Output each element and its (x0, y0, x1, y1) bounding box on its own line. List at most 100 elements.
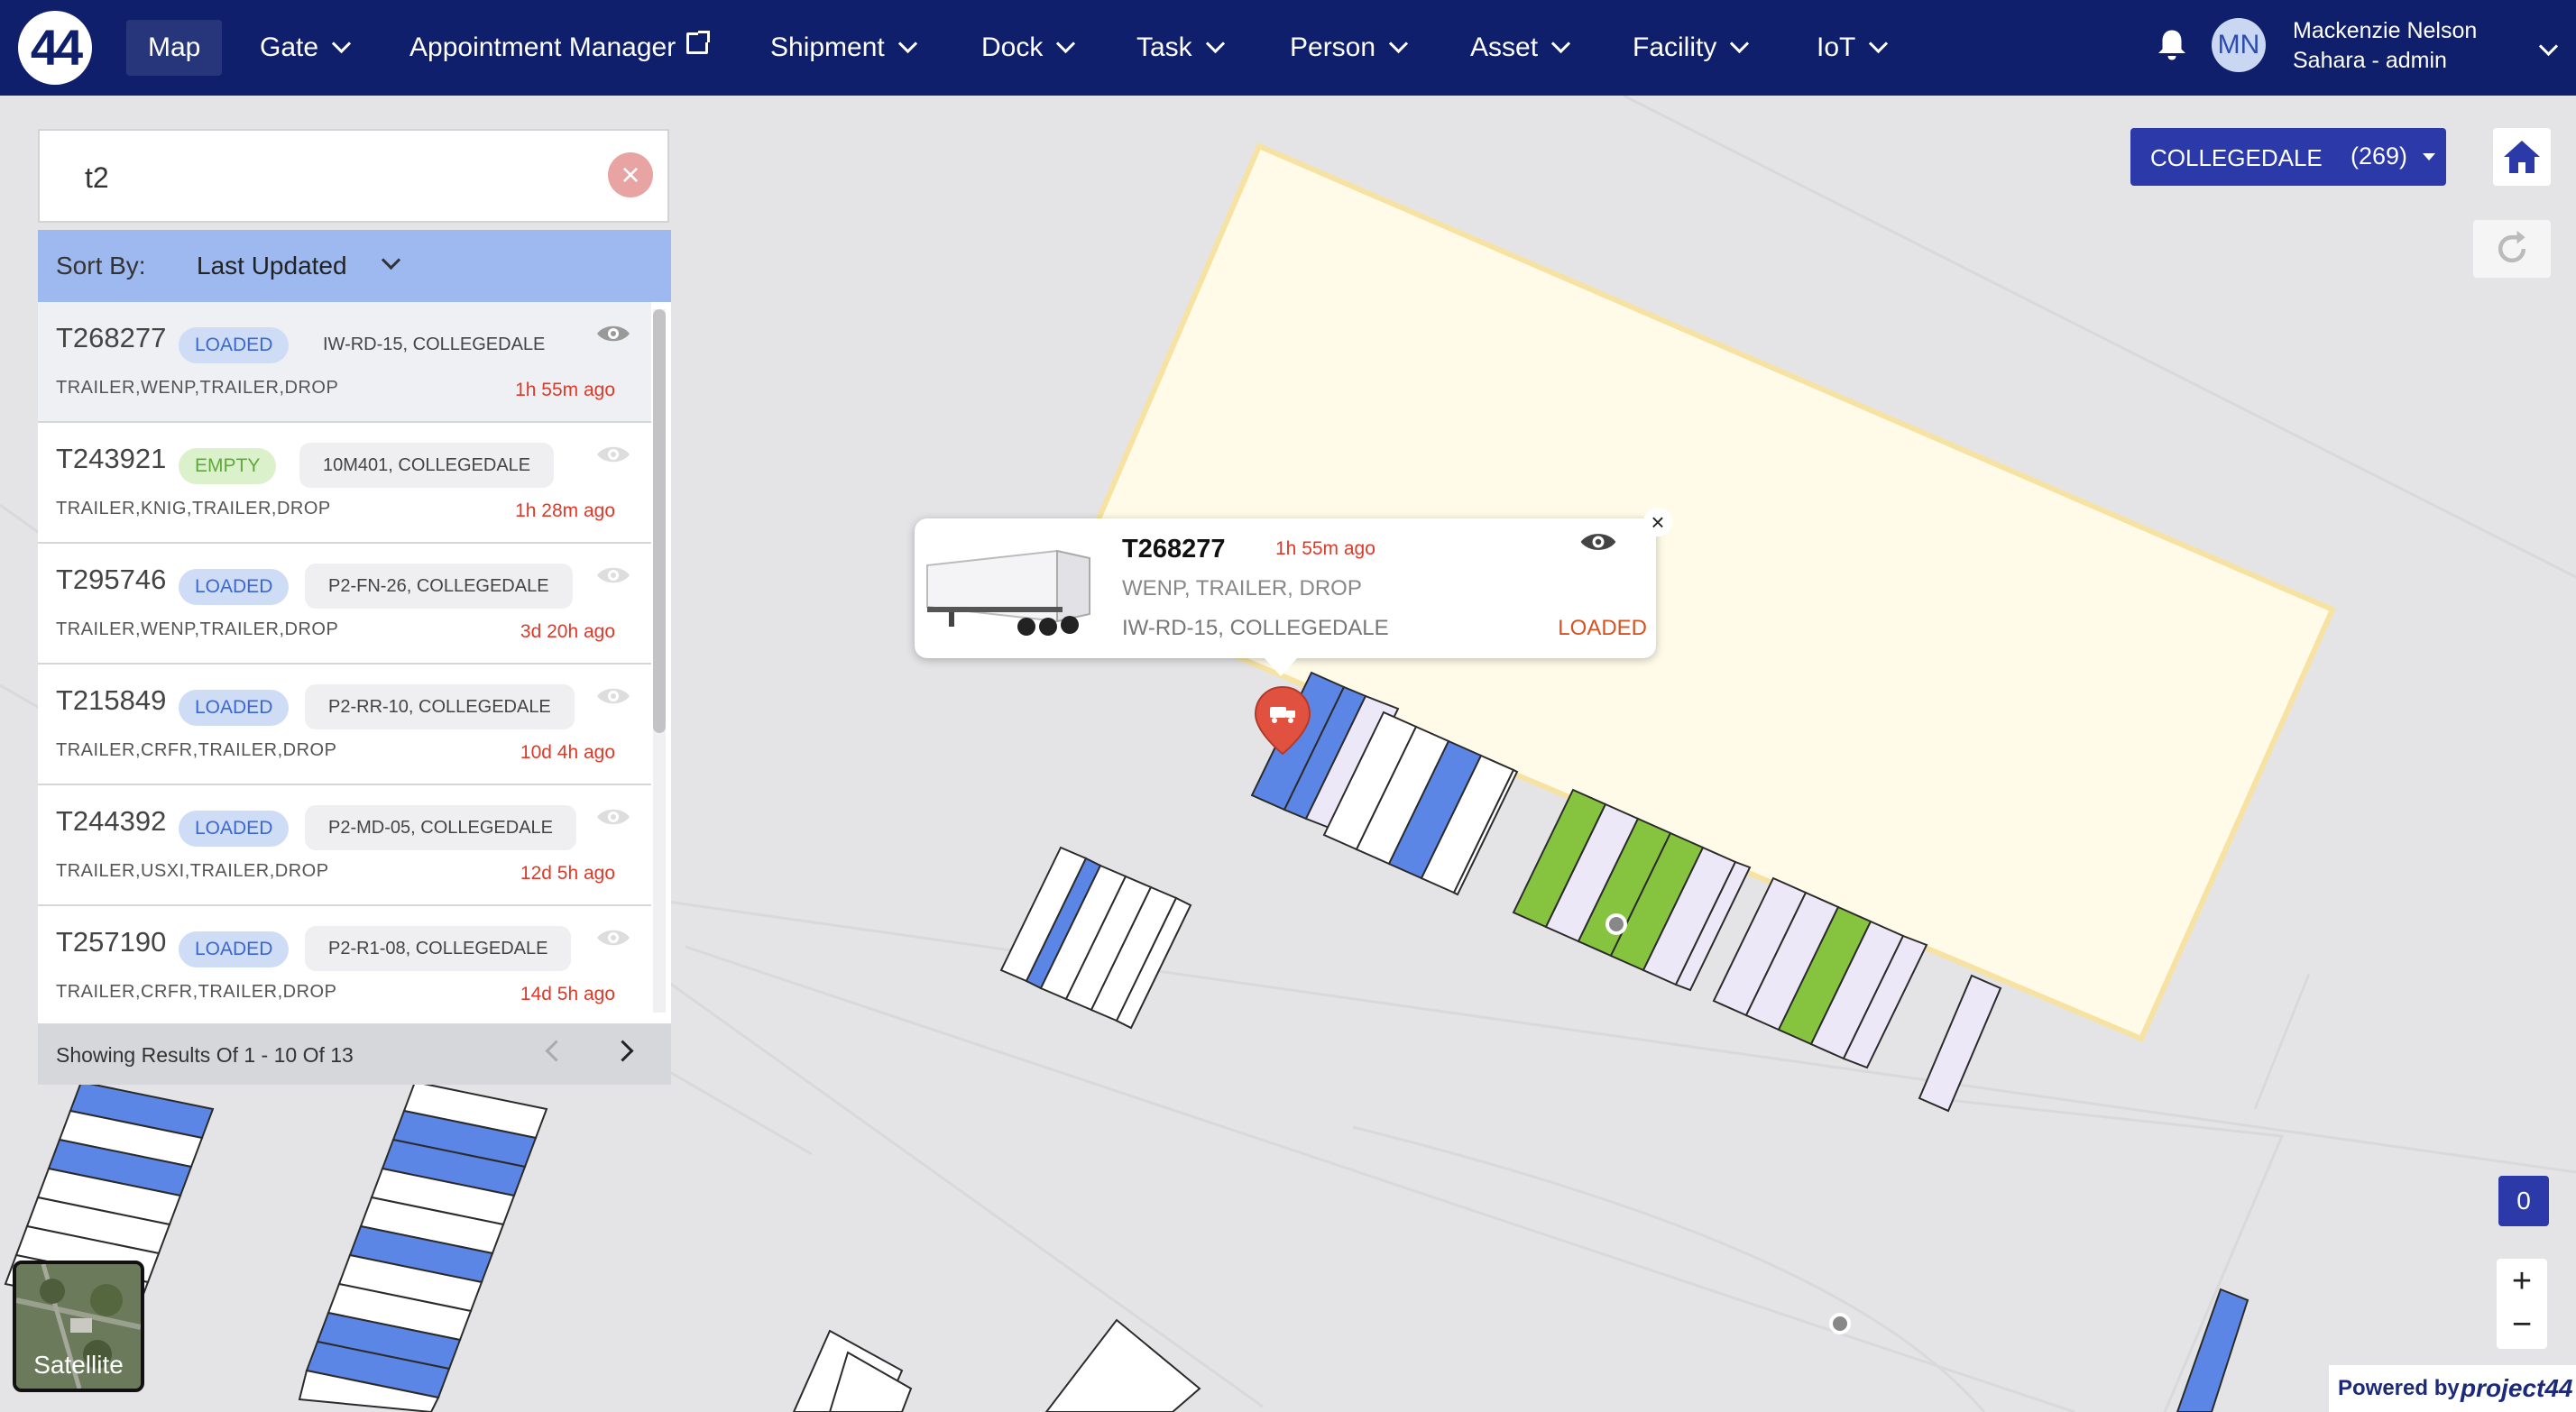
nav-person[interactable]: Person (1268, 20, 1427, 76)
asset-id: T268277 (56, 322, 167, 353)
search-box: × (38, 129, 669, 223)
nav-facility-label: Facility (1633, 32, 1717, 62)
nav-iot[interactable]: IoT (1795, 20, 1907, 76)
map-point[interactable] (1605, 913, 1627, 935)
popup-location: IW-RD-15, COLLEGEDALE (1122, 616, 1389, 640)
location-chip: P2-MD-05, COLLEGEDALE (305, 805, 576, 850)
nav-shipment-label: Shipment (770, 32, 885, 62)
zoom-in-button[interactable]: + (2497, 1259, 2547, 1304)
location-facility: COLLEGEDALE (415, 939, 548, 958)
sort-select[interactable]: Last Updated (197, 252, 347, 280)
chevron-down-icon (331, 33, 352, 54)
asset-id: T243921 (56, 443, 167, 474)
location-facility: COLLEGEDALE (416, 576, 549, 596)
last-updated: 10d 4h ago (520, 742, 615, 763)
list-item[interactable]: T268277 LOADED IW-RD-15, COLLEGEDALE TRA… (38, 302, 651, 423)
list-item[interactable]: T215849 LOADED P2-RR-10, COLLEGEDALE TRA… (38, 665, 651, 785)
eye-icon[interactable] (595, 443, 631, 466)
asset-search-panel: × Sort By: Last Updated T268277 LOADED I… (38, 129, 671, 1085)
nav-task[interactable]: Task (1115, 20, 1244, 76)
close-popup-button[interactable]: × (1643, 508, 1672, 536)
location-code: P2-FN-26 (328, 576, 407, 596)
asset-types: TRAILER,USXI,TRAILER,DROP (56, 861, 329, 881)
nav-gate-label: Gate (260, 32, 319, 62)
location-facility: COLLEGEDALE (412, 335, 546, 354)
zoom-control: + − (2497, 1259, 2547, 1349)
scrollbar-thumb[interactable] (653, 309, 666, 733)
last-updated: 3d 20h ago (520, 621, 615, 642)
status-badge: LOADED (179, 327, 290, 363)
nav-facility[interactable]: Facility (1611, 20, 1768, 76)
refresh-icon (2498, 230, 2526, 263)
results-list[interactable]: T268277 LOADED IW-RD-15, COLLEGEDALE TRA… (38, 302, 671, 1023)
refresh-button[interactable] (2473, 220, 2551, 278)
location-chip: 10M401, COLLEGEDALE (299, 443, 555, 488)
nav-dock-label: Dock (981, 32, 1044, 62)
nav-shipment[interactable]: Shipment (749, 20, 936, 76)
list-item[interactable]: T295746 LOADED P2-FN-26, COLLEGEDALE TRA… (38, 544, 651, 665)
results-count: Showing Results Of 1 - 10 Of 13 (56, 1043, 354, 1067)
map-point[interactable] (1829, 1313, 1851, 1334)
clear-search-button[interactable]: × (608, 152, 653, 197)
home-button[interactable] (2493, 128, 2551, 186)
location-code: P2-RR-10 (328, 697, 409, 717)
chevron-down-icon (1056, 33, 1076, 54)
eye-icon[interactable] (595, 926, 631, 949)
facility-selector[interactable]: COLLEGEDALE (269) (2130, 128, 2446, 186)
map-count-badge[interactable]: 0 (2498, 1176, 2549, 1226)
location-facility: COLLEGEDALE (398, 455, 531, 475)
chevron-down-icon[interactable] (381, 250, 401, 270)
nav-asset-label: Asset (1470, 32, 1539, 62)
eye-icon[interactable] (1578, 529, 1618, 555)
nav-map-label: Map (148, 32, 201, 62)
project44-brand: project44 (2461, 1374, 2573, 1402)
satellite-label: Satellite (33, 1351, 124, 1379)
nav-asset[interactable]: Asset (1449, 20, 1589, 76)
list-item[interactable]: T244392 LOADED P2-MD-05, COLLEGEDALE TRA… (38, 785, 651, 906)
facility-asset-count: (269) (2351, 142, 2408, 170)
location-code: IW-RD-15 (323, 335, 403, 354)
status-badge: LOADED (179, 690, 290, 726)
list-scrollbar[interactable] (653, 309, 666, 1013)
close-icon: × (621, 156, 640, 193)
home-icon (2504, 141, 2540, 173)
nav-iot-label: IoT (1817, 32, 1856, 62)
project44-logo[interactable]: 44 (18, 11, 92, 85)
nav-map[interactable]: Map (126, 20, 223, 76)
last-updated: 14d 5h ago (520, 984, 615, 1004)
list-item[interactable]: T243921 EMPTY 10M401, COLLEGEDALE TRAILE… (38, 423, 651, 544)
user-menu-chevron-icon[interactable] (2538, 36, 2559, 57)
eye-icon[interactable] (595, 564, 631, 587)
nav-appointment-manager[interactable]: Appointment Manager (388, 20, 730, 76)
eye-icon[interactable] (595, 805, 631, 829)
search-input[interactable] (83, 152, 592, 203)
zoom-out-button[interactable]: − (2497, 1302, 2547, 1347)
sort-bar: Sort By: Last Updated (38, 230, 671, 302)
avatar[interactable]: MN (2212, 18, 2266, 72)
list-item[interactable]: T257190 LOADED P2-R1-08, COLLEGEDALE TRA… (38, 906, 651, 1023)
nav-gate[interactable]: Gate (238, 20, 370, 76)
user-role: Sahara - admin (2293, 48, 2447, 73)
chevron-down-icon (1550, 33, 1571, 54)
pagination-footer: Showing Results Of 1 - 10 Of 13 (38, 1023, 671, 1085)
caret-down-icon (2423, 153, 2435, 160)
chevron-right-icon[interactable] (612, 1040, 634, 1062)
popup-asset-id: T268277 (1122, 535, 1226, 564)
nav-dock[interactable]: Dock (960, 20, 1094, 76)
asset-popup: T268277 1h 55m ago WENP, TRAILER, DROP I… (915, 508, 1672, 676)
external-link-icon (686, 31, 711, 54)
chevron-down-icon (1205, 33, 1225, 54)
user-name[interactable]: Mackenzie Nelson (2293, 18, 2477, 44)
chevron-left-icon[interactable] (545, 1040, 567, 1062)
eye-icon[interactable] (595, 322, 631, 345)
eye-icon[interactable] (595, 684, 631, 708)
popup-asset-types: WENP, TRAILER, DROP (1122, 576, 1362, 601)
popup-status: LOADED (1558, 616, 1647, 640)
asset-id: T244392 (56, 805, 167, 837)
close-icon: × (1651, 509, 1665, 536)
bell-icon[interactable] (2156, 27, 2188, 63)
popup-last-updated: 1h 55m ago (1275, 538, 1375, 559)
satellite-toggle[interactable]: Satellite (13, 1261, 144, 1392)
location-chip: IW-RD-15, COLLEGEDALE (323, 335, 546, 354)
asset-id: T257190 (56, 926, 167, 958)
